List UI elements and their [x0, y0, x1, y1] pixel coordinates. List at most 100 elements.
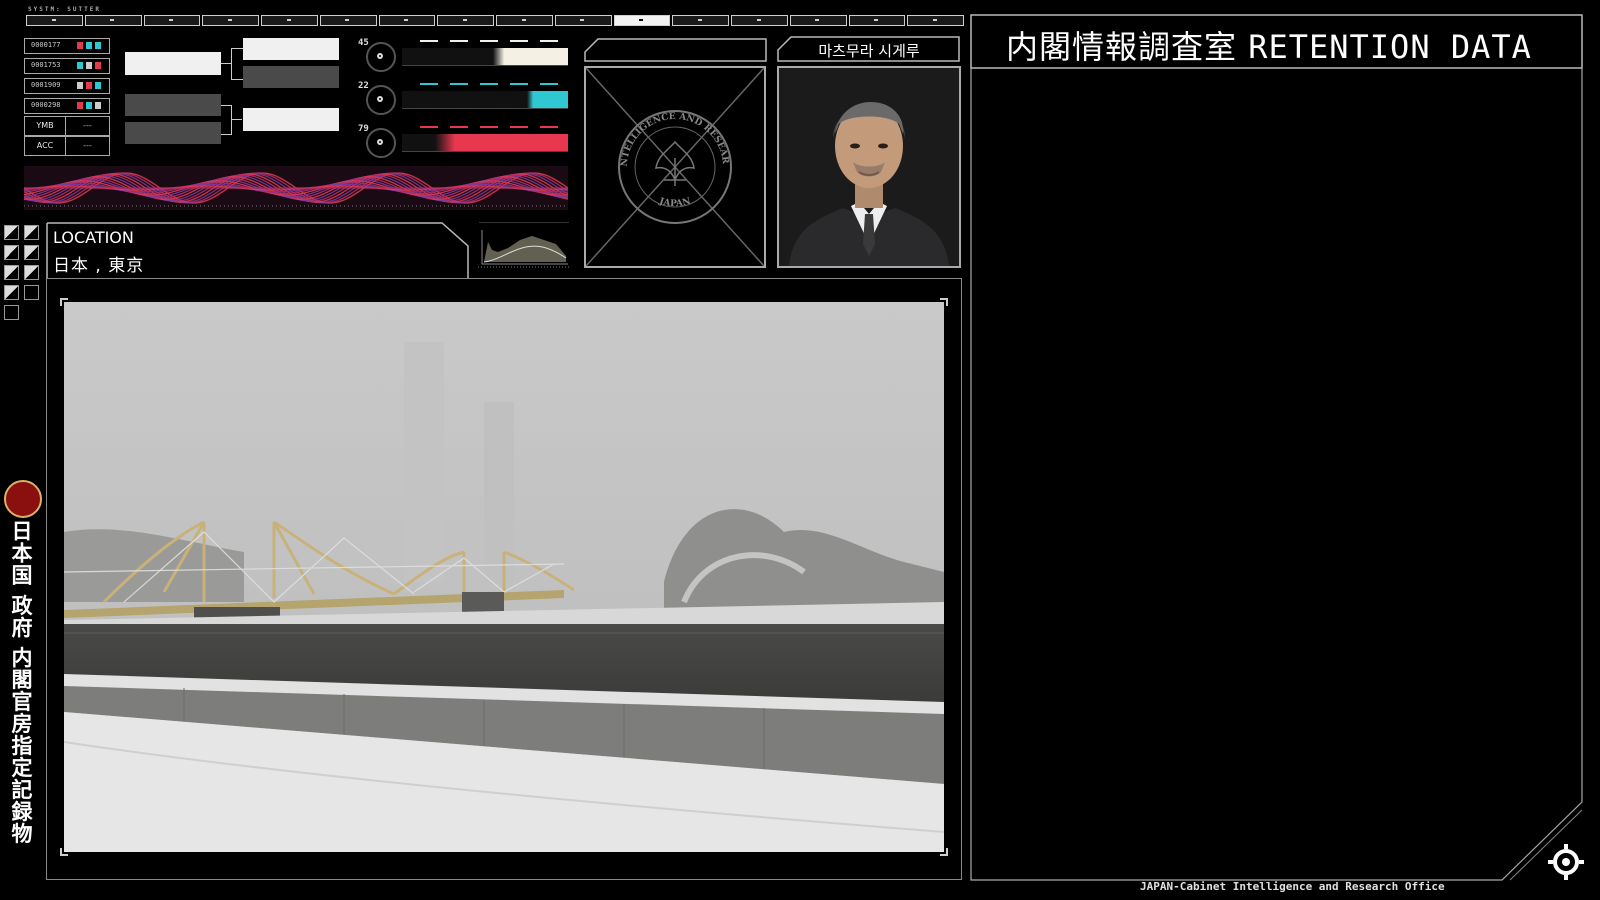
svg-text:JAPAN: JAPAN	[657, 196, 692, 209]
ymb-field: YMB ---	[24, 116, 110, 136]
id-row: 0000298	[24, 98, 110, 114]
gauge-tick	[450, 126, 468, 128]
connector	[231, 48, 243, 80]
top-tab[interactable]	[143, 15, 201, 26]
gauge-bar	[402, 134, 568, 152]
top-tab[interactable]	[848, 15, 906, 26]
gauge-tick	[510, 83, 528, 85]
gauge-bar	[402, 91, 568, 109]
person-name: 마츠무라 시게루	[818, 42, 920, 60]
top-tab[interactable]	[319, 15, 377, 26]
block-node	[125, 122, 221, 144]
gauge-fill	[493, 48, 568, 65]
top-tab[interactable]	[789, 15, 847, 26]
id-code: 0001909	[31, 81, 61, 89]
gauge-value: 79	[358, 124, 369, 134]
status-square	[77, 102, 83, 109]
acc-field: ACC ---	[24, 136, 110, 156]
gauge-tick	[540, 83, 558, 85]
top-tab[interactable]	[261, 15, 318, 26]
acc-label: ACC	[25, 137, 66, 155]
status-square	[86, 82, 92, 89]
block-node	[125, 52, 221, 75]
system-label: SYSTM: SUTTER	[28, 6, 101, 13]
location-title: LOCATION	[53, 228, 134, 247]
gauge-tick	[480, 40, 498, 42]
top-tabs	[26, 15, 964, 26]
top-tab[interactable]	[378, 15, 436, 26]
gauge-fill	[435, 134, 568, 151]
id-code: 0000298	[31, 101, 61, 109]
title-jp: 内閣情報調査室	[1006, 28, 1238, 66]
location-panel: LOCATION 日本 , 東京	[46, 222, 470, 278]
retention-data-title: 内閣情報調査室 RETENTION DATA	[1006, 22, 1532, 68]
seal-top-text: CABINET INTELLIGENCE AND RESEARCH OFFICE	[586, 68, 730, 167]
top-tab[interactable]	[554, 15, 612, 26]
gauge-tick	[510, 40, 528, 42]
gauge-tick	[510, 126, 528, 128]
gauge-tick	[420, 83, 438, 85]
portrait-image	[779, 68, 959, 266]
seal-panel: CABINET INTELLIGENCE AND RESEARCH OFFICE…	[584, 66, 766, 268]
status-square	[95, 82, 101, 89]
name-tab: 마츠무라 시게루	[777, 36, 961, 62]
connector	[231, 119, 242, 120]
gauge-tick	[480, 126, 498, 128]
location-photo	[64, 302, 944, 852]
right-panel-frame	[970, 14, 1583, 881]
gauge-bar	[402, 48, 568, 66]
top-tab[interactable]	[731, 15, 788, 26]
top-tab[interactable]	[26, 15, 83, 26]
svg-text:CABINET INTELLIGENCE AND RESEA: CABINET INTELLIGENCE AND RESEARCH OFFICE	[586, 68, 730, 167]
footer-text: JAPAN-Cabinet Intelligence and Research …	[1140, 880, 1445, 893]
gauge-value: 22	[358, 81, 369, 91]
connector	[221, 105, 232, 135]
id-row: 0000177	[24, 38, 110, 54]
seal-tab-frame	[584, 38, 767, 62]
ymb-value: ---	[83, 121, 92, 130]
top-tab[interactable]	[202, 15, 259, 26]
gauge-value: 45	[358, 38, 369, 48]
status-square	[95, 42, 101, 49]
top-tab[interactable]	[907, 15, 964, 26]
status-square	[77, 82, 83, 89]
gauge-tick	[420, 126, 438, 128]
id-row: 0001753	[24, 58, 110, 74]
status-square	[95, 62, 101, 69]
gauge-tick	[540, 40, 558, 42]
connector	[221, 63, 231, 64]
id-row: 0001909	[24, 78, 110, 94]
status-square	[86, 62, 92, 69]
top-tab[interactable]	[496, 15, 553, 26]
block-node	[125, 94, 221, 116]
mini-area-chart	[478, 222, 570, 268]
id-code: 0000177	[31, 41, 61, 49]
location-value: 日本 , 東京	[53, 256, 145, 276]
snow-river-bridge-image	[64, 302, 944, 852]
status-square	[86, 102, 92, 109]
person-portrait	[777, 66, 961, 268]
top-tab[interactable]	[84, 15, 142, 26]
waveform-band	[24, 166, 568, 210]
dial-icon	[366, 128, 396, 158]
block-node	[243, 108, 339, 131]
gauge-fill	[526, 91, 568, 108]
government-seal-icon	[4, 480, 42, 518]
seal-bottom-text: JAPAN	[657, 196, 692, 209]
gear-icon[interactable]	[1546, 842, 1586, 882]
retention-data-panel: 内閣情報調査室 RETENTION DATA	[970, 14, 1584, 882]
status-square	[95, 102, 101, 109]
dial-icon	[366, 42, 396, 72]
seal-emblem: CABINET INTELLIGENCE AND RESEARCH OFFICE…	[586, 68, 764, 266]
top-tab[interactable]	[672, 15, 729, 26]
top-tab[interactable]	[613, 15, 671, 26]
top-tab[interactable]	[437, 15, 494, 26]
status-square	[77, 62, 83, 69]
gauge-tick	[450, 40, 468, 42]
block-node	[243, 66, 339, 88]
id-code: 0001753	[31, 61, 61, 69]
status-square	[77, 42, 83, 49]
gauge-tick	[450, 83, 468, 85]
vertical-label: 日本国 政府 内閣官房指定記録物	[9, 520, 33, 845]
top-tab-strip: SYSTM: SUTTER	[26, 6, 964, 28]
